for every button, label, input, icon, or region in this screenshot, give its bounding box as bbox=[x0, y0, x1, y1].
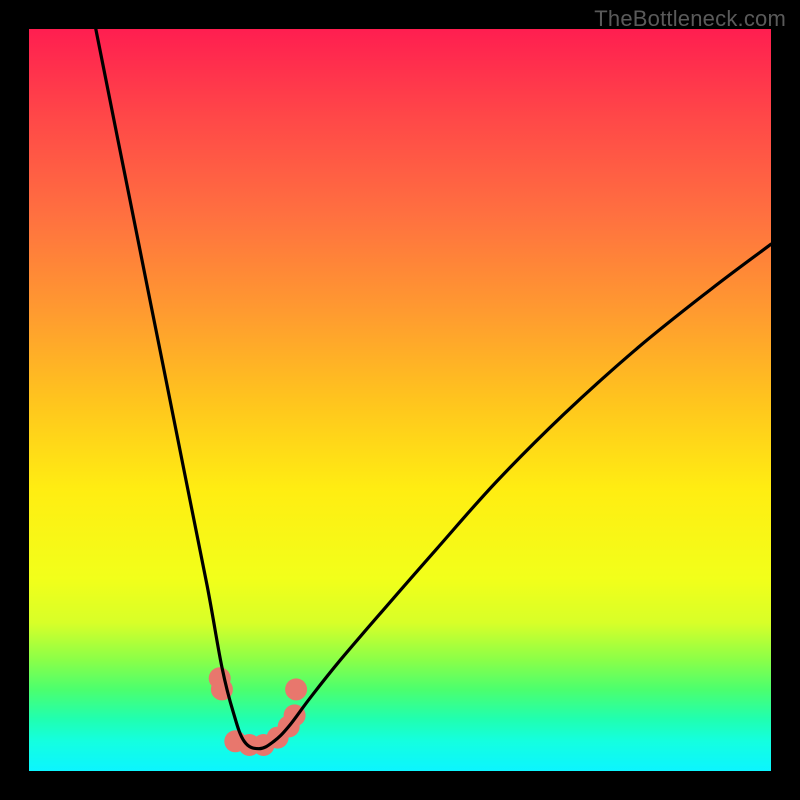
highlight-dot bbox=[285, 678, 307, 700]
chart-svg bbox=[29, 29, 771, 771]
chart-frame: TheBottleneck.com bbox=[0, 0, 800, 800]
bottleneck-curve-path bbox=[96, 29, 771, 749]
plot-area bbox=[29, 29, 771, 771]
